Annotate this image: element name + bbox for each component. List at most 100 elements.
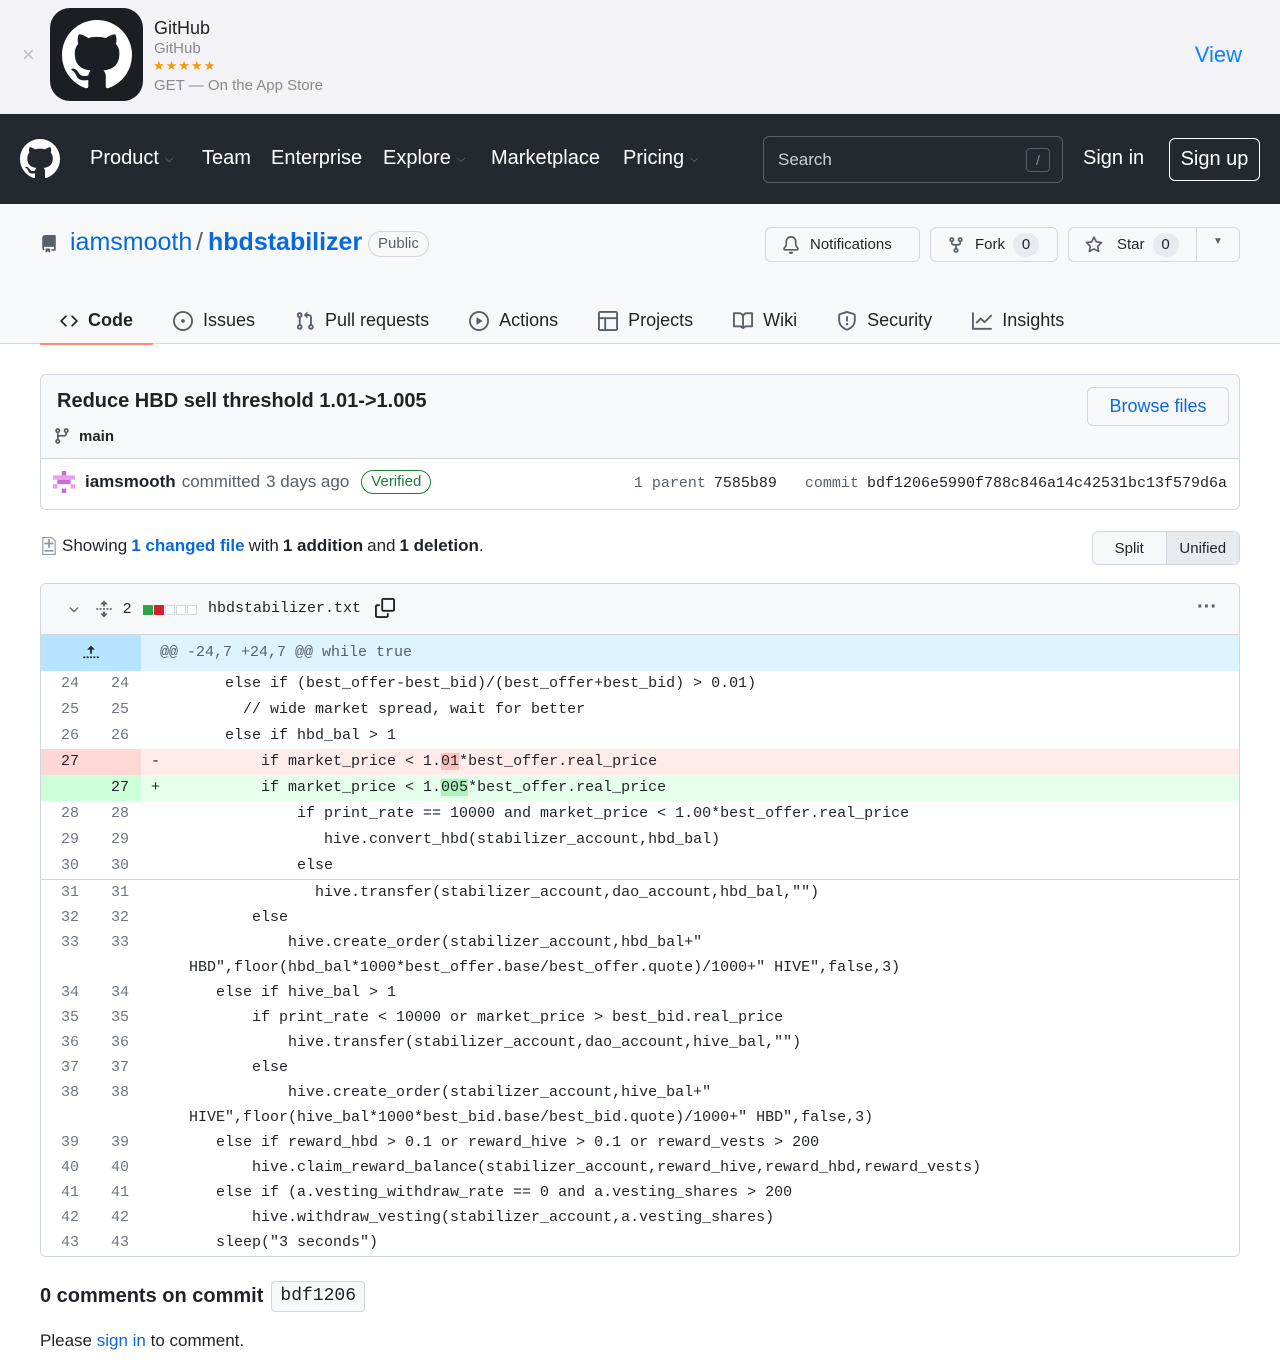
sign-in-link[interactable]: Sign in — [1083, 147, 1144, 170]
avatar[interactable] — [53, 471, 75, 493]
old-line-number[interactable]: 43 — [41, 1230, 91, 1255]
star-dropdown-icon[interactable]: ▼ — [1213, 236, 1223, 247]
code-text: else — [171, 909, 289, 926]
changed-files-link[interactable]: 1 changed file — [131, 536, 244, 556]
tab-insights[interactable]: Insights — [952, 297, 1084, 344]
tab-issues[interactable]: Issues — [153, 297, 275, 344]
repo-name-link[interactable]: hbdstabilizer — [208, 228, 362, 257]
code-text: // wide market spread, wait for better — [171, 701, 586, 718]
old-line-number[interactable]: 37 — [41, 1055, 91, 1080]
sign-in-link[interactable]: sign in — [97, 1331, 146, 1350]
old-line-number[interactable]: 32 — [41, 905, 91, 930]
old-line-number[interactable]: 41 — [41, 1180, 91, 1205]
new-line-number[interactable]: 26 — [91, 723, 141, 749]
file-menu-icon[interactable]: ··· — [1197, 596, 1217, 619]
code-text: if market_price < 1.005*best_offer.real_… — [171, 775, 666, 801]
diff-sign: + — [151, 779, 161, 796]
new-line-number[interactable]: 30 — [91, 853, 141, 879]
code-text: else — [171, 1059, 289, 1076]
old-line-number[interactable]: 40 — [41, 1155, 91, 1180]
verified-badge[interactable]: Verified — [361, 470, 432, 494]
search-input[interactable] — [778, 147, 1018, 173]
old-line-number[interactable]: 31 — [41, 880, 91, 905]
new-line-number[interactable]: 37 — [91, 1055, 141, 1080]
notifications-button[interactable]: Notifications — [765, 227, 920, 262]
new-line-number[interactable]: 36 — [91, 1030, 141, 1055]
context-line: 38 38 hive.create_order(stabilizer_accoun… — [41, 1080, 1239, 1105]
browse-files-button[interactable]: Browse files — [1087, 387, 1229, 426]
view-app-button[interactable]: View — [1195, 42, 1242, 68]
commit-time[interactable]: 3 days ago — [266, 472, 349, 492]
parent-sha-link[interactable]: 7585b89 — [714, 475, 777, 492]
nav-explore[interactable]: Explore ⌵ — [383, 147, 465, 170]
old-line-number[interactable]: 35 — [41, 1005, 91, 1030]
old-line-number[interactable]: 28 — [41, 801, 91, 827]
unified-view-button[interactable]: Unified — [1165, 532, 1239, 564]
expand-all-icon[interactable] — [95, 600, 113, 623]
tab-code[interactable]: Code — [40, 297, 153, 345]
new-line-number[interactable]: 27 — [91, 775, 141, 801]
old-line-number[interactable]: 34 — [41, 980, 91, 1005]
new-line-number[interactable]: 39 — [91, 1130, 141, 1155]
tab-security[interactable]: Security — [817, 297, 952, 344]
file-name-link[interactable]: hbdstabilizer.txt — [208, 600, 361, 617]
nav-enterprise[interactable]: Enterprise — [271, 147, 362, 170]
star-button[interactable]: Star 0 ▼ — [1068, 227, 1240, 262]
new-line-number[interactable]: 32 — [91, 905, 141, 930]
old-line-number[interactable]: 39 — [41, 1130, 91, 1155]
fork-button[interactable]: Fork 0 — [930, 227, 1058, 262]
new-line-number[interactable] — [91, 749, 141, 775]
split-view-button[interactable]: Split — [1093, 532, 1166, 564]
repo-owner-link[interactable]: iamsmooth — [70, 228, 192, 257]
commit-author-link[interactable]: iamsmooth — [85, 472, 176, 492]
new-line-number[interactable]: 31 — [91, 880, 141, 905]
github-logo-icon[interactable] — [20, 139, 60, 184]
old-line-number[interactable]: 25 — [41, 697, 91, 723]
banner-close-icon[interactable]: × — [22, 44, 35, 66]
new-line-number[interactable]: 24 — [91, 671, 141, 697]
old-line-number[interactable]: 42 — [41, 1205, 91, 1230]
old-line-number[interactable] — [41, 775, 91, 801]
nav-product[interactable]: Product ⌵ — [90, 147, 173, 170]
old-line-number[interactable] — [41, 1105, 91, 1130]
new-line-number[interactable]: 34 — [91, 980, 141, 1005]
copy-icon[interactable] — [375, 598, 395, 623]
new-line-number[interactable]: 43 — [91, 1230, 141, 1255]
new-line-number[interactable]: 35 — [91, 1005, 141, 1030]
new-line-number[interactable]: 33 — [91, 930, 141, 955]
old-line-number[interactable]: 33 — [41, 930, 91, 955]
context-line: 37 37 else — [41, 1055, 1239, 1080]
new-line-number[interactable]: 40 — [91, 1155, 141, 1180]
old-line-number[interactable]: 30 — [41, 853, 91, 879]
old-line-number[interactable]: 38 — [41, 1080, 91, 1105]
new-line-number[interactable] — [91, 1105, 141, 1130]
old-line-number[interactable]: 24 — [41, 671, 91, 697]
new-line-number[interactable]: 29 — [91, 827, 141, 853]
old-line-number[interactable]: 27 — [41, 749, 91, 775]
new-line-number[interactable]: 28 — [91, 801, 141, 827]
new-line-number[interactable]: 41 — [91, 1180, 141, 1205]
nav-team[interactable]: Team — [202, 147, 251, 170]
context-line: 30 30 else — [41, 853, 1239, 879]
new-line-number[interactable]: 38 — [91, 1080, 141, 1105]
new-line-number[interactable] — [91, 955, 141, 980]
code-text-before: if market_price < 1. — [171, 779, 442, 796]
sign-up-button[interactable]: Sign up — [1169, 138, 1260, 181]
old-line-number[interactable] — [41, 955, 91, 980]
tab-pull-requests[interactable]: Pull requests — [275, 297, 449, 344]
old-line-number[interactable]: 26 — [41, 723, 91, 749]
tab-wiki[interactable]: Wiki — [713, 297, 817, 344]
tab-projects[interactable]: Projects — [578, 297, 713, 344]
nav-pricing[interactable]: Pricing ⌵ — [623, 147, 698, 170]
new-line-number[interactable]: 25 — [91, 697, 141, 723]
new-line-number[interactable]: 42 — [91, 1205, 141, 1230]
search-box[interactable]: / — [763, 136, 1063, 183]
old-line-number[interactable]: 29 — [41, 827, 91, 853]
github-app-icon[interactable] — [50, 8, 143, 101]
nav-marketplace[interactable]: Marketplace — [491, 147, 600, 170]
expand-up-icon[interactable] — [41, 635, 141, 671]
branch-label[interactable]: main — [53, 427, 114, 445]
tab-actions[interactable]: Actions — [449, 297, 578, 344]
old-line-number[interactable]: 36 — [41, 1030, 91, 1055]
chevron-down-icon[interactable] — [67, 602, 81, 621]
